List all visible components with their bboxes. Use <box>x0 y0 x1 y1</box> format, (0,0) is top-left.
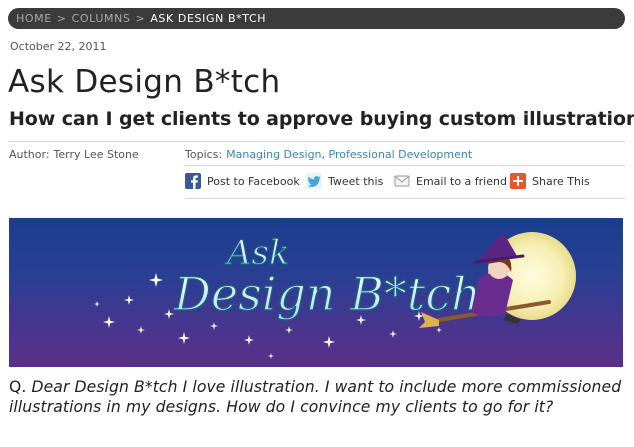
breadcrumb-current: ASK DESIGN B*TCH <box>150 12 267 25</box>
author-line: Author: Terry Lee Stone <box>9 148 139 162</box>
page-subtitle: How can I get clients to approve buying … <box>9 108 634 130</box>
topics-label: Topics: <box>185 148 223 161</box>
star-icon <box>137 326 145 334</box>
divider <box>185 165 625 166</box>
banner-illustration: Ask Design B*tch <box>94 232 576 359</box>
star-icon <box>94 301 100 307</box>
topic-link-managing-design[interactable]: Managing Design <box>226 148 321 161</box>
envelope-icon <box>394 173 410 189</box>
share-this-button[interactable]: Share This <box>510 173 590 189</box>
star-icon <box>103 316 115 328</box>
author-label: Author: <box>9 148 50 161</box>
breadcrumb-separator: > <box>135 12 146 25</box>
divider <box>185 198 625 199</box>
divider <box>8 141 625 142</box>
question-prefix: Q. <box>9 378 27 396</box>
star-icon <box>164 309 174 319</box>
email-label: Email to a friend <box>416 174 507 188</box>
question-text: Dear Design B*tch I love illustration. I… <box>9 378 622 416</box>
star-icon <box>389 330 397 338</box>
post-to-facebook-button[interactable]: Post to Facebook <box>185 173 300 189</box>
star-icon <box>436 327 442 333</box>
breadcrumb: HOME > COLUMNS > ASK DESIGN B*TCH <box>8 8 625 29</box>
star-icon <box>210 322 218 330</box>
question-paragraph: Q. Dear Design B*tch I love illustration… <box>9 377 631 417</box>
topics-line: Topics: Managing Design, Professional Dev… <box>185 148 472 162</box>
star-icon <box>285 326 293 334</box>
star-icon <box>149 273 163 287</box>
star-icon <box>178 332 190 344</box>
breadcrumb-separator: > <box>56 12 67 25</box>
topics-separator: , <box>321 148 326 161</box>
page-title: Ask Design B*tch <box>8 64 281 100</box>
star-icon <box>244 335 254 345</box>
breadcrumb-columns-link[interactable]: COLUMNS <box>72 12 131 25</box>
author-name: Terry Lee Stone <box>53 148 139 161</box>
article-date: October 22, 2011 <box>10 40 107 53</box>
twitter-bird-icon <box>306 173 322 189</box>
star-icon <box>124 295 134 305</box>
facebook-label: Post to Facebook <box>207 174 300 188</box>
star-icon <box>323 336 335 348</box>
share-label: Share This <box>532 174 590 188</box>
column-banner: Ask Design B*tch <box>9 218 623 367</box>
banner-line-design: Design B*tch <box>173 267 481 321</box>
email-to-friend-button[interactable]: Email to a friend <box>394 173 507 189</box>
facebook-icon <box>185 173 201 189</box>
topic-link-professional-development[interactable]: Professional Development <box>329 148 473 161</box>
star-icon <box>268 353 274 359</box>
breadcrumb-home-link[interactable]: HOME <box>16 12 52 25</box>
plus-share-icon <box>510 173 526 189</box>
tweet-this-button[interactable]: Tweet this <box>306 173 383 189</box>
twitter-label: Tweet this <box>328 174 384 188</box>
